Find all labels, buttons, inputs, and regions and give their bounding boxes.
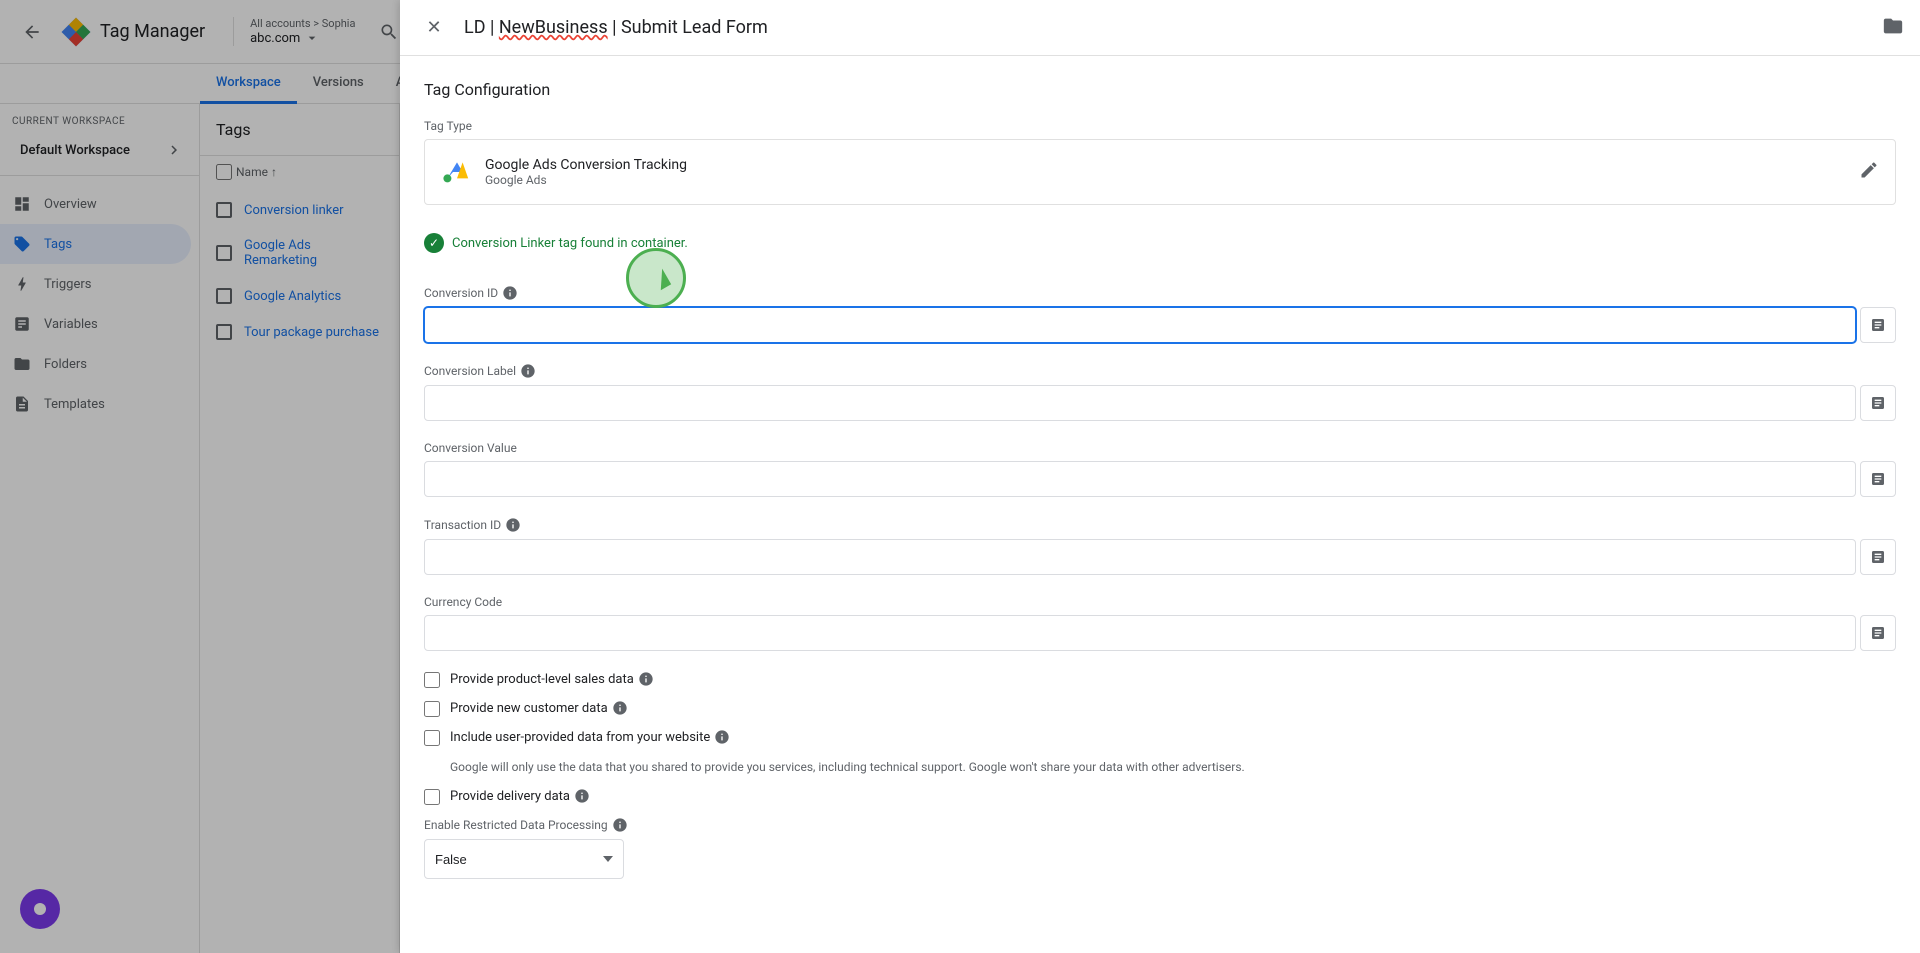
new-customer-data-checkbox[interactable] <box>424 701 440 717</box>
tag-type-box[interactable]: Google Ads Conversion Tracking Google Ad… <box>424 139 1896 205</box>
google-note: Google will only use the data that you s… <box>450 758 1896 776</box>
currency-code-input[interactable] <box>424 615 1856 651</box>
success-banner: ✓ Conversion Linker tag found in contain… <box>424 221 1896 265</box>
variable-picker-icon-5 <box>1870 625 1886 641</box>
conversion-label-field: Conversion Label <box>424 363 1896 421</box>
tag-type-edit-icon[interactable] <box>1859 160 1879 184</box>
currency-code-variable-btn[interactable] <box>1860 615 1896 651</box>
delivery-data-checkbox[interactable] <box>424 789 440 805</box>
close-button[interactable]: ✕ <box>416 10 452 46</box>
currency-code-label: Currency Code <box>424 595 1896 609</box>
google-ads-icon <box>441 156 473 188</box>
user-provided-data-label[interactable]: Include user-provided data from your web… <box>450 729 730 745</box>
currency-code-input-row <box>424 615 1896 651</box>
tag-type-info: Google Ads Conversion Tracking Google Ad… <box>441 156 687 188</box>
conversion-id-input-row <box>424 307 1896 343</box>
tag-editor-header: ✕ LD | NewBusiness | Submit Lead Form <box>400 0 1920 56</box>
delivery-data-label[interactable]: Provide delivery data <box>450 788 590 804</box>
delivery-data-row: Provide delivery data <box>424 788 1896 805</box>
conversion-id-label: Conversion ID <box>424 285 1896 301</box>
tag-editor-panel: ✕ LD | NewBusiness | Submit Lead Form Ta… <box>400 0 1920 953</box>
tag-type-sub: Google Ads <box>485 173 687 187</box>
tag-type-label: Tag Type <box>424 119 1896 133</box>
new-customer-info-icon[interactable] <box>612 700 628 716</box>
variable-picker-icon-3 <box>1870 471 1886 487</box>
conversion-value-variable-btn[interactable] <box>1860 461 1896 497</box>
tag-editor-content: Tag Configuration Tag Type Google Ads Co… <box>400 56 1920 953</box>
conversion-id-info-icon[interactable] <box>502 285 518 301</box>
conversion-label-input-row <box>424 385 1896 421</box>
transaction-id-field: Transaction ID <box>424 517 1896 575</box>
tag-type-name: Google Ads Conversion Tracking <box>485 157 687 173</box>
restricted-data-select[interactable]: False True <box>424 839 624 879</box>
success-message: Conversion Linker tag found in container… <box>452 236 688 251</box>
conversion-value-input-row <box>424 461 1896 497</box>
conversion-id-input[interactable] <box>424 307 1856 343</box>
user-data-info-icon[interactable] <box>714 729 730 745</box>
restricted-data-field: Enable Restricted Data Processing False … <box>424 817 1896 879</box>
transaction-id-variable-btn[interactable] <box>1860 539 1896 575</box>
transaction-id-label: Transaction ID <box>424 517 1896 533</box>
tag-type-details: Google Ads Conversion Tracking Google Ad… <box>485 157 687 187</box>
restricted-data-label: Enable Restricted Data Processing <box>424 817 1896 833</box>
new-customer-data-row: Provide new customer data <box>424 700 1896 717</box>
conversion-value-field: Conversion Value <box>424 441 1896 497</box>
transaction-id-input-row <box>424 539 1896 575</box>
conversion-id-field: Conversion ID <box>424 285 1896 343</box>
variable-picker-icon-4 <box>1870 549 1886 565</box>
variable-picker-icon <box>1870 317 1886 333</box>
product-level-sales-row: Provide product-level sales data <box>424 671 1896 688</box>
transaction-id-info-icon[interactable] <box>505 517 521 533</box>
product-level-sales-label[interactable]: Provide product-level sales data <box>450 671 654 687</box>
user-provided-data-checkbox[interactable] <box>424 730 440 746</box>
success-icon: ✓ <box>424 233 444 253</box>
conversion-value-input[interactable] <box>424 461 1856 497</box>
restricted-data-info-icon[interactable] <box>612 817 628 833</box>
tag-editor-title: LD | NewBusiness | Submit Lead Form <box>464 17 1870 38</box>
product-level-sales-checkbox[interactable] <box>424 672 440 688</box>
conversion-label-label: Conversion Label <box>424 363 1896 379</box>
currency-code-field: Currency Code <box>424 595 1896 651</box>
transaction-id-input[interactable] <box>424 539 1856 575</box>
conversion-label-input[interactable] <box>424 385 1856 421</box>
folder-button[interactable] <box>1882 15 1904 41</box>
product-sales-info-icon[interactable] <box>638 671 654 687</box>
conversion-label-info-icon[interactable] <box>520 363 536 379</box>
conversion-label-variable-btn[interactable] <box>1860 385 1896 421</box>
variable-picker-icon-2 <box>1870 395 1886 411</box>
conversion-id-variable-btn[interactable] <box>1860 307 1896 343</box>
delivery-info-icon[interactable] <box>574 788 590 804</box>
user-provided-data-row: Include user-provided data from your web… <box>424 729 1896 746</box>
new-customer-data-label[interactable]: Provide new customer data <box>450 700 628 716</box>
conversion-value-label: Conversion Value <box>424 441 1896 455</box>
section-title: Tag Configuration <box>424 80 1896 99</box>
